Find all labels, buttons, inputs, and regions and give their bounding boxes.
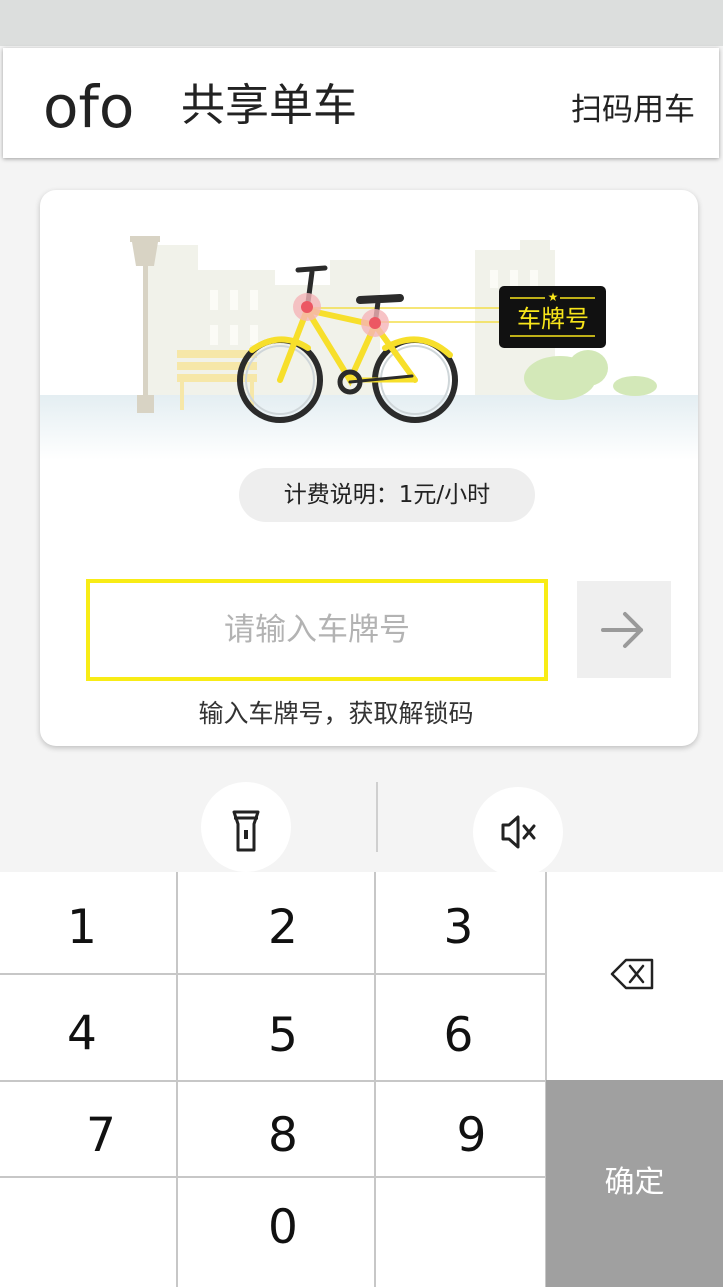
- bike-illustration: ★ 车牌号: [40, 236, 698, 460]
- flashlight-button[interactable]: [201, 782, 291, 872]
- plate-input-placeholder: 请输入车牌号: [224, 612, 410, 648]
- key-9[interactable]: 9: [376, 1082, 545, 1176]
- status-bar: [0, 0, 723, 46]
- confirm-button[interactable]: 确定: [546, 1080, 723, 1287]
- svg-text:★: ★: [548, 290, 559, 304]
- key-7[interactable]: 7: [0, 1082, 176, 1176]
- key-3[interactable]: 3: [376, 872, 545, 973]
- key-8[interactable]: 8: [178, 1082, 374, 1176]
- input-hint: 输入车牌号，获取解锁码: [198, 699, 474, 728]
- fee-info: 计费说明：1元/小时: [239, 468, 535, 522]
- backspace-icon: [610, 958, 654, 990]
- mute-icon: [501, 815, 536, 849]
- key-2[interactable]: 2: [178, 872, 374, 973]
- app-header: ofo 共享单车 扫码用车: [3, 48, 719, 158]
- key-0[interactable]: 0: [178, 1178, 374, 1287]
- mute-button[interactable]: [473, 787, 563, 877]
- key-5[interactable]: 5: [178, 975, 374, 1080]
- flashlight-icon: [232, 810, 260, 852]
- plate-badge-text: 车牌号: [517, 305, 589, 333]
- toolbar-divider: [376, 782, 378, 852]
- app-title: 共享单车: [181, 80, 357, 131]
- submit-arrow-button[interactable]: [577, 581, 671, 678]
- key-6[interactable]: 6: [376, 975, 545, 1080]
- plate-number-input[interactable]: 请输入车牌号: [86, 579, 548, 681]
- key-4[interactable]: 4: [0, 975, 176, 1080]
- backspace-button[interactable]: [546, 872, 723, 1080]
- app-logo: ofo: [43, 73, 135, 141]
- unlock-card: ★ 车牌号 计费说明：1元/小时 请输入车牌号 输入车牌号，获取解锁码: [40, 190, 698, 746]
- scan-to-ride-button[interactable]: 扫码用车: [571, 90, 695, 130]
- key-1[interactable]: 1: [0, 872, 176, 973]
- arrow-right-icon: [601, 612, 643, 648]
